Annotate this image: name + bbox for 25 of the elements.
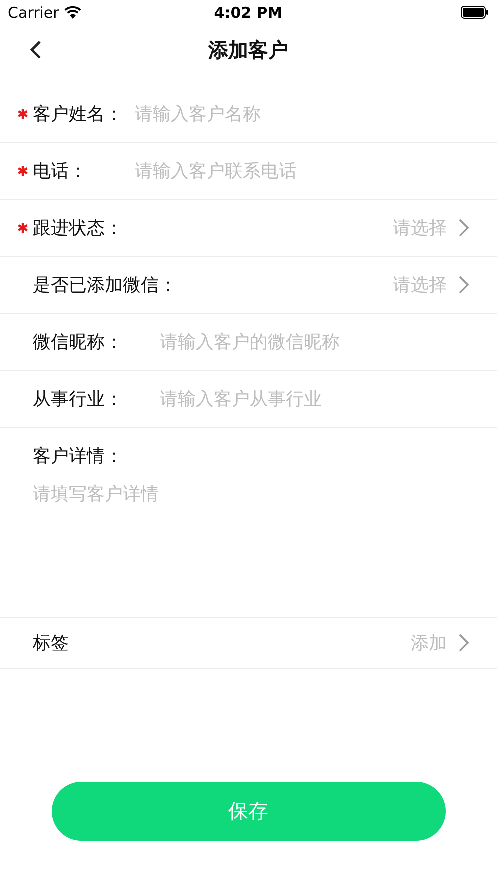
input-field[interactable]: 请输入客户的微信昵称	[160, 332, 469, 352]
field-label: 跟进状态：	[33, 217, 124, 240]
field-label: 客户详情：	[33, 445, 124, 468]
input-field[interactable]: 请输入客户从事行业	[160, 388, 469, 410]
carrier-label: Carrier	[8, 4, 60, 22]
chevron-right-icon	[459, 634, 469, 652]
save-button[interactable]: 保存	[52, 782, 446, 841]
chevron-right-icon	[459, 276, 469, 294]
field-label: 电话：	[33, 160, 88, 183]
select-placeholder[interactable]: 请选择	[393, 216, 447, 240]
add-tag-link[interactable]: 添加	[411, 631, 447, 655]
field-label: 微信昵称：	[33, 331, 124, 354]
status-time: 4:02 PM	[214, 4, 283, 22]
select-placeholder[interactable]: 请选择	[393, 273, 447, 297]
battery-icon	[460, 6, 489, 19]
wifi-icon	[64, 6, 82, 20]
field-label: 标签	[33, 632, 69, 655]
chevron-right-icon	[459, 219, 469, 237]
back-icon	[30, 40, 42, 60]
page-title: 添加客户	[208, 36, 288, 64]
input-field[interactable]: 请输入客户联系电话	[135, 160, 469, 182]
field-label: 客户姓名：	[33, 103, 124, 126]
input-field[interactable]: 请输入客户名称	[135, 104, 469, 124]
field-label: 从事行业：	[33, 388, 124, 411]
field-label: 是否已添加微信：	[33, 274, 177, 297]
